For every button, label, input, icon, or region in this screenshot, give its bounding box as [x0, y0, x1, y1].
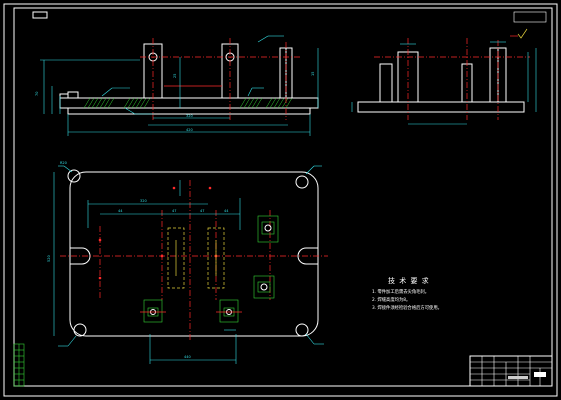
- corner-hole-tl: [67, 169, 81, 183]
- bolt-block-right-top: [257, 215, 279, 243]
- corner-mark: [513, 11, 547, 23]
- bolt-block-mid: [216, 299, 242, 323]
- roughness-symbol: [517, 28, 528, 39]
- dim-plan-44b: 44: [224, 209, 229, 213]
- corner-hole-tr: [295, 175, 309, 189]
- side-upright-left: [379, 63, 393, 103]
- dim-front-25: 25: [173, 74, 177, 78]
- notes-title: 技 术 要 求: [388, 276, 430, 285]
- note-3: 3. 焊接件须经检验合格后方可使用。: [372, 304, 442, 311]
- front-hatch-right: [239, 97, 293, 109]
- corner-hole-bl: [73, 323, 87, 337]
- front-view: 320 420 70 25 15: [35, 35, 319, 136]
- drawing-number-box: [32, 11, 48, 19]
- plan-base-plate: [69, 171, 319, 337]
- dim-front-320: 320: [186, 114, 193, 118]
- plan-view: 440 520 44 47 47 44 320 R20: [47, 161, 328, 364]
- technical-notes: 技 术 要 求 1. 零件加工后需去尖角毛刺。 2. 焊缝高度均为8。 3. 焊…: [372, 276, 442, 311]
- cad-drawing: 320 420 70 25 15 440 520 44 47 47 44 320…: [3, 3, 558, 397]
- inner-border: [13, 7, 553, 387]
- revision-strip: [13, 343, 25, 387]
- front-hatch-left: [83, 97, 151, 109]
- dim-front-70: 70: [35, 92, 39, 96]
- side-base: [357, 101, 525, 113]
- front-clamp: [67, 91, 79, 99]
- dim-plan-44a: 44: [118, 209, 123, 213]
- side-view: [351, 28, 537, 125]
- dim-front-420: 420: [186, 128, 193, 132]
- note-1: 1. 零件加工后需去尖角毛刺。: [372, 288, 429, 295]
- dim-plan-320: 320: [140, 199, 147, 203]
- dim-plan-440: 440: [184, 355, 191, 359]
- dim-plan-520: 520: [47, 255, 51, 262]
- dim-front-15: 15: [311, 72, 315, 76]
- title-block: [469, 355, 553, 387]
- dim-plan-47b: 47: [200, 209, 204, 213]
- bolt-block-left: [140, 299, 166, 323]
- bolt-block-right-bottom: [253, 275, 275, 299]
- note-2: 2. 焊缝高度均为8。: [372, 296, 410, 303]
- dim-plan-47a: 47: [172, 209, 176, 213]
- dim-plan-r20: R20: [60, 161, 67, 165]
